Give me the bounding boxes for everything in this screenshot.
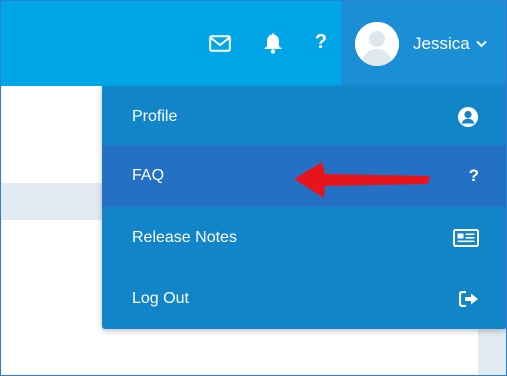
chevron-down-icon [475,40,487,48]
user-circle-icon [457,106,479,128]
user-dropdown-toggle[interactable]: Jessica [355,22,505,66]
menu-item-label: FAQ [132,167,165,184]
menu-item-label: Profile [132,108,178,125]
menu-item-profile[interactable]: Profile [102,86,507,148]
avatar [355,22,399,66]
menu-item-release-notes[interactable]: Release Notes [102,207,507,269]
content-sidebar-strip [478,329,507,376]
user-dropdown-menu: Profile FAQ ? Release Notes Log Out [102,86,507,329]
menu-item-log-out[interactable]: Log Out [102,268,507,330]
question-icon: ? [468,166,479,185]
red-arrow-annotation [294,162,430,198]
menu-item-label: Log Out [132,290,189,307]
bell-icon[interactable] [260,29,286,57]
mail-icon[interactable] [206,29,234,57]
newspaper-icon [453,229,479,247]
help-icon[interactable]: ? [309,27,333,57]
help-icon-glyph: ? [314,30,328,53]
menu-item-label: Release Notes [132,229,237,246]
user-name: Jessica [413,34,470,53]
sign-out-icon [459,291,479,307]
